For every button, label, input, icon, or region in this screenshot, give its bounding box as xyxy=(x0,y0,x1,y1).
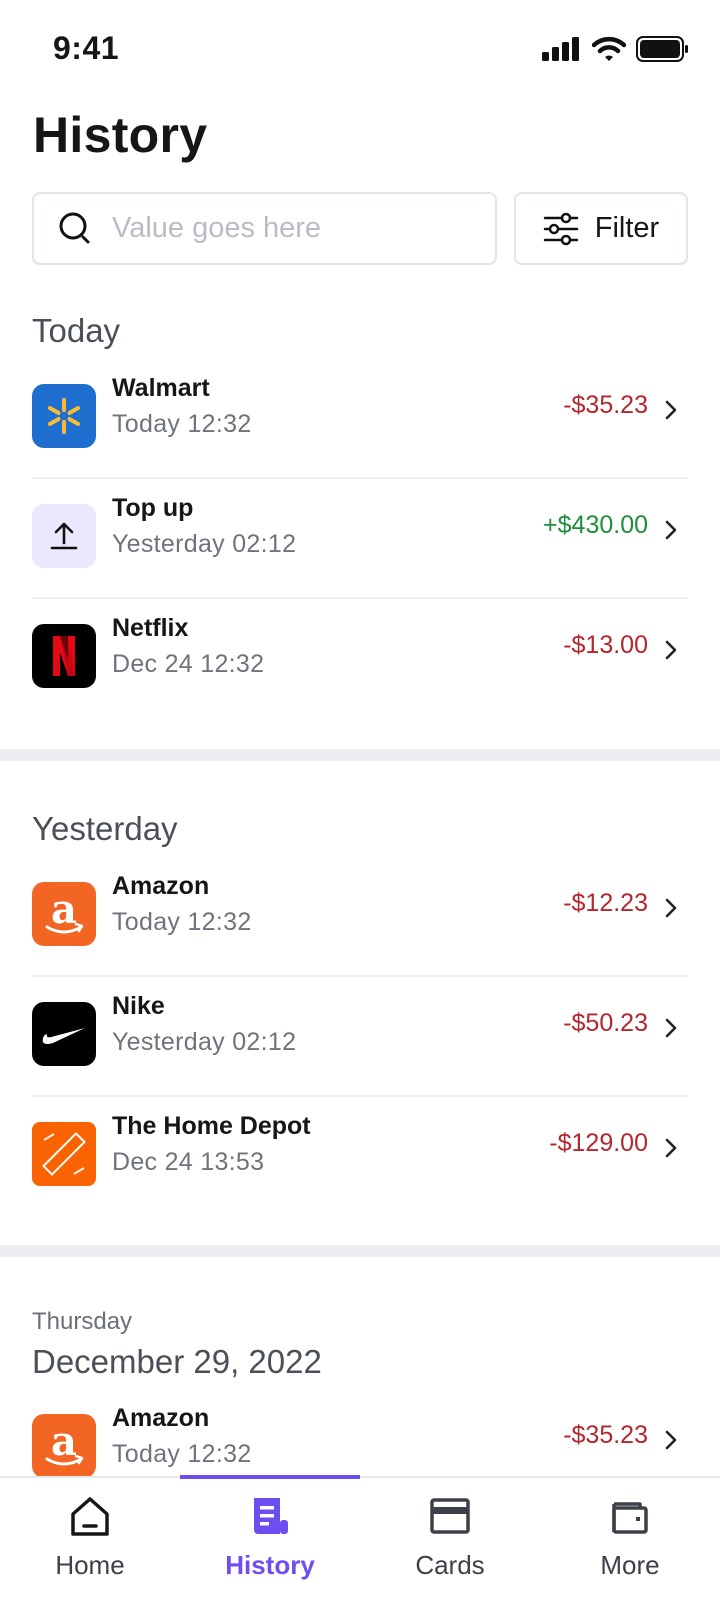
tab-more[interactable]: More xyxy=(540,1478,720,1600)
filter-button[interactable]: Filter xyxy=(514,192,688,265)
chevron-right-icon xyxy=(665,640,677,660)
transaction-amount: -$13.00 xyxy=(563,631,648,659)
merchant-name: The Home Depot xyxy=(112,1112,311,1140)
section-weekday: Thursday xyxy=(32,1308,133,1335)
amazon-logo: a xyxy=(32,1414,96,1478)
transaction-date: Yesterday 02:12 xyxy=(112,530,297,558)
home-depot-logo xyxy=(32,1122,96,1186)
tab-label: Cards xyxy=(415,1550,485,1580)
transaction-amount: -$35.23 xyxy=(563,391,648,419)
transaction-date: Dec 24 12:32 xyxy=(112,650,265,678)
status-icons xyxy=(542,36,690,62)
tab-history[interactable]: History xyxy=(180,1478,360,1600)
filter-sliders-icon xyxy=(543,212,579,245)
transaction-date: Today 12:32 xyxy=(112,1440,252,1468)
chevron-right-icon xyxy=(665,898,677,918)
nike-logo xyxy=(32,1002,96,1066)
netflix-logo xyxy=(32,624,96,688)
svg-text:a: a xyxy=(51,889,77,933)
transaction-amount: -$129.00 xyxy=(549,1129,648,1157)
section-divider xyxy=(0,1245,720,1257)
walmart-logo xyxy=(32,384,96,448)
transaction-amount: -$12.23 xyxy=(563,889,648,917)
transaction-date: Yesterday 02:12 xyxy=(112,1028,297,1056)
chevron-right-icon xyxy=(665,520,677,540)
history-icon xyxy=(254,1498,288,1534)
transaction-amount: +$430.00 xyxy=(543,511,648,539)
merchant-name: Amazon xyxy=(112,1404,210,1432)
merchant-name: Nike xyxy=(112,992,165,1020)
history-screen: 9:41 History Value goes here Filter Toda… xyxy=(0,0,720,1600)
card-icon xyxy=(430,1498,470,1534)
status-time: 9:41 xyxy=(53,30,120,66)
chevron-right-icon xyxy=(665,1018,677,1038)
section-divider xyxy=(0,749,720,761)
section-header-today: Today xyxy=(32,312,121,349)
tab-cards[interactable]: Cards xyxy=(360,1478,540,1600)
transaction-amount: -$50.23 xyxy=(563,1009,648,1037)
merchant-name: Top up xyxy=(112,494,194,522)
chevron-right-icon xyxy=(665,1430,677,1450)
transaction-row-amazon[interactable]: a Amazon Today 12:32 -$12.23 xyxy=(32,854,688,976)
wifi-icon xyxy=(592,36,626,61)
bottom-tab-bar: Home History Cards More xyxy=(0,1475,720,1600)
section-header-yesterday: Yesterday xyxy=(32,810,178,847)
transaction-date: Today 12:32 xyxy=(112,410,252,438)
transaction-row-top-up[interactable]: Top up Yesterday 02:12 +$430.00 xyxy=(32,476,688,598)
transaction-date: Dec 24 13:53 xyxy=(112,1148,265,1176)
chevron-right-icon xyxy=(665,400,677,420)
wallet-icon xyxy=(612,1502,648,1534)
tab-home[interactable]: Home xyxy=(0,1478,180,1600)
search-input[interactable] xyxy=(112,212,472,245)
transaction-row-home-depot[interactable]: The Home Depot Dec 24 13:53 -$129.00 xyxy=(32,1094,688,1216)
transaction-row-walmart[interactable]: Walmart Today 12:32 -$35.23 xyxy=(32,356,688,478)
merchant-name: Netflix xyxy=(112,614,189,642)
transaction-row-nike[interactable]: Nike Yesterday 02:12 -$50.23 xyxy=(32,974,688,1096)
battery-icon xyxy=(636,36,688,62)
page-title: History xyxy=(33,107,208,163)
home-icon xyxy=(71,1497,109,1536)
filter-label: Filter xyxy=(594,212,660,244)
transaction-row-netflix[interactable]: Netflix Dec 24 12:32 -$13.00 xyxy=(32,596,688,718)
section-header-date: December 29, 2022 xyxy=(32,1343,322,1380)
transaction-date: Today 12:32 xyxy=(112,908,252,936)
search-icon xyxy=(59,212,90,243)
search-field[interactable] xyxy=(32,192,497,265)
cellular-signal-icon xyxy=(542,37,579,61)
tab-label: Home xyxy=(55,1550,125,1580)
amazon-logo: a xyxy=(32,882,96,946)
status-bar: 9:41 xyxy=(0,0,720,100)
upload-icon xyxy=(32,504,96,568)
merchant-name: Amazon xyxy=(112,872,210,900)
transaction-amount: -$35.23 xyxy=(563,1421,648,1449)
svg-text:a: a xyxy=(51,1421,77,1465)
tab-label: More xyxy=(600,1550,660,1580)
merchant-name: Walmart xyxy=(112,374,210,402)
chevron-right-icon xyxy=(665,1138,677,1158)
tab-label: History xyxy=(225,1550,315,1580)
